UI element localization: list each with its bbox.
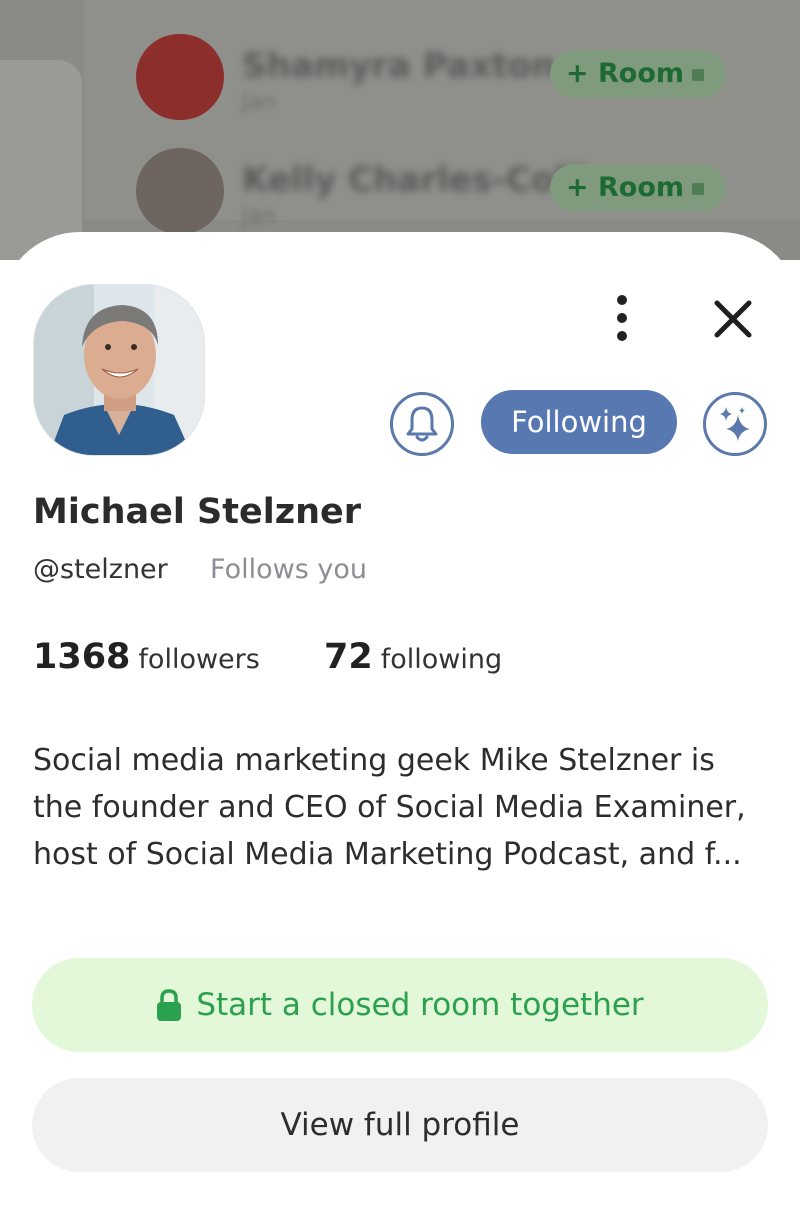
background-overlay: Shamyra Paxton Jan + Room Kelly Charles-… [0,0,800,260]
view-full-profile-button[interactable]: View full profile [32,1078,768,1172]
user-subtitle: Jan [242,90,276,115]
followers-stat[interactable]: 1368 followers [33,637,260,677]
add-room-button: + Room [549,50,726,98]
user-name: Shamyra Paxton [242,46,556,86]
following-stat[interactable]: 72 following [324,637,502,677]
close-button[interactable] [706,292,760,346]
avatar [136,148,224,234]
lock-icon [692,68,704,81]
bell-icon [406,406,438,442]
more-options-button[interactable] [596,292,648,344]
profile-name: Michael Stelzner [33,492,361,532]
lock-icon [692,182,704,195]
sparkle-button[interactable] [703,392,767,456]
follows-you-label: Follows you [210,554,367,585]
profile-photo [34,285,204,455]
close-icon [714,300,752,338]
user-subtitle: Jan [242,204,276,229]
view-full-profile-label: View full profile [280,1107,520,1143]
start-closed-room-button[interactable]: Start a closed room together [32,958,768,1052]
start-closed-room-label: Start a closed room together [196,987,644,1023]
profile-bio[interactable]: Social media marketing geek Mike Stelzne… [33,737,773,878]
followers-count: 1368 [33,637,131,677]
sparkle-icon [720,407,750,441]
more-vertical-icon [617,295,627,341]
profile-sheet: Following Michael Stelzner @stelzner Fol… [0,232,800,1232]
following-label: following [380,644,503,675]
background-user-list: Shamyra Paxton Jan + Room Kelly Charles-… [84,0,800,234]
add-room-label: + Room [565,58,684,89]
profile-avatar[interactable] [33,284,205,456]
avatar [136,34,224,120]
add-room-label: + Room [565,172,684,203]
background-list-item: Shamyra Paxton Jan + Room [136,34,776,134]
notification-bell-button[interactable] [390,392,454,456]
background-side-panel [0,60,82,260]
following-button[interactable]: Following [481,390,677,454]
add-room-button: + Room [549,164,726,212]
followers-label: followers [138,644,260,675]
lock-icon [156,988,182,1022]
profile-handle: @stelzner [33,554,168,585]
following-count: 72 [324,637,373,677]
